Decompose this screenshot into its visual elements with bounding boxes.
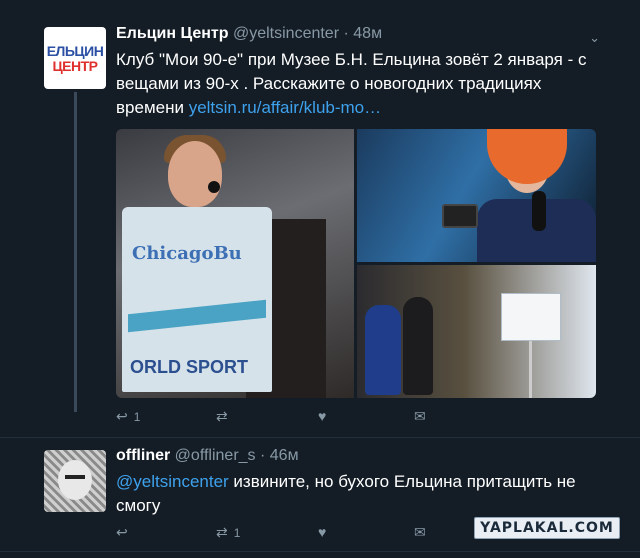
tweet-header: offliner @offliner_s · 46м bbox=[116, 447, 299, 465]
heart-icon: ♥ bbox=[318, 524, 327, 540]
tweet-text: Клуб "Мои 90-е" при Музее Б.Н. Ельцина з… bbox=[116, 48, 606, 120]
mention-link[interactable]: @yeltsincenter bbox=[116, 472, 229, 491]
timestamp[interactable]: 48м bbox=[353, 25, 382, 42]
site-watermark: YAPLAKAL.COM bbox=[474, 517, 620, 539]
shirt-stripe bbox=[128, 299, 266, 333]
reply-count: 1 bbox=[133, 409, 141, 424]
like-button[interactable]: ♥ bbox=[318, 408, 332, 424]
shirt-print-bottom: ORLD SPORT bbox=[130, 357, 249, 377]
separator-dot: · bbox=[343, 25, 349, 42]
photo-shirt[interactable]: ChicagoBu ORLD SPORT bbox=[116, 129, 354, 398]
avatar[interactable]: ЕЛЬЦИН ЦЕНТР bbox=[44, 27, 106, 89]
reply-button[interactable]: ↩ 1 bbox=[116, 408, 140, 425]
tweet-text: @yeltsincenter извините, но бухого Ельци… bbox=[116, 470, 596, 518]
tweet-divider bbox=[0, 551, 640, 552]
retweet-count: 1 bbox=[233, 525, 241, 540]
hair-shape bbox=[487, 129, 567, 184]
person-shape bbox=[365, 305, 401, 395]
shirt-print-top: ChicagoBu bbox=[132, 243, 242, 264]
avatar-logo-line2: ЦЕНТР bbox=[52, 58, 98, 74]
direct-message-button[interactable]: ✉ bbox=[414, 408, 426, 425]
head-shape bbox=[168, 141, 222, 207]
display-name[interactable]: Ельцин Центр bbox=[116, 25, 229, 42]
microphone-icon bbox=[532, 191, 546, 231]
pager-shape bbox=[442, 204, 478, 228]
retweet-button[interactable]: ⇄ 1 bbox=[216, 524, 240, 541]
retweet-icon: ⇄ bbox=[216, 408, 228, 424]
direct-message-button[interactable]: ✉ bbox=[414, 524, 426, 541]
user-handle[interactable]: @offliner_s bbox=[175, 447, 256, 464]
reply-button[interactable]: ↩ bbox=[116, 524, 134, 541]
info-sign bbox=[501, 293, 561, 341]
like-button[interactable]: ♥ bbox=[318, 524, 332, 540]
avatar-logo-line1: ЕЛЬЦИН bbox=[46, 43, 104, 59]
tweet-link[interactable]: yeltsin.ru/affair/klub-mo… bbox=[189, 98, 381, 117]
person-shape bbox=[403, 297, 433, 395]
envelope-icon: ✉ bbox=[414, 408, 426, 424]
reply-icon: ↩ bbox=[116, 524, 128, 540]
microphone-icon bbox=[208, 181, 220, 193]
photo-museum[interactable] bbox=[357, 265, 596, 398]
avatar[interactable] bbox=[44, 450, 106, 512]
tweet-header: Ельцин Центр @yeltsincenter · 48м bbox=[116, 25, 382, 43]
heart-icon: ♥ bbox=[318, 408, 327, 424]
envelope-icon: ✉ bbox=[414, 524, 426, 540]
retweet-icon: ⇄ bbox=[216, 524, 228, 540]
sign-stand bbox=[529, 341, 532, 398]
separator-dot: · bbox=[260, 447, 266, 464]
tweet-yeltsincenter[interactable]: ЕЛЬЦИН ЦЕНТР Ельцин Центр @yeltsincenter… bbox=[0, 0, 640, 437]
tweet-media-grid[interactable]: ChicagoBu ORLD SPORT bbox=[116, 129, 596, 398]
reply-icon: ↩ bbox=[116, 408, 128, 424]
display-name[interactable]: offliner bbox=[116, 447, 170, 464]
timestamp[interactable]: 46м bbox=[270, 447, 299, 464]
avatar-face bbox=[58, 460, 92, 500]
avatar-eyes bbox=[65, 475, 85, 479]
retweet-button[interactable]: ⇄ bbox=[216, 408, 234, 425]
tweet-offliner[interactable]: offliner @offliner_s · 46м @yeltsincente… bbox=[0, 437, 640, 558]
chevron-down-icon[interactable]: ⌄ bbox=[589, 30, 600, 46]
shirt-shape: ChicagoBu ORLD SPORT bbox=[122, 207, 272, 392]
user-handle[interactable]: @yeltsincenter bbox=[233, 25, 339, 42]
photo-speaker[interactable] bbox=[357, 129, 596, 262]
